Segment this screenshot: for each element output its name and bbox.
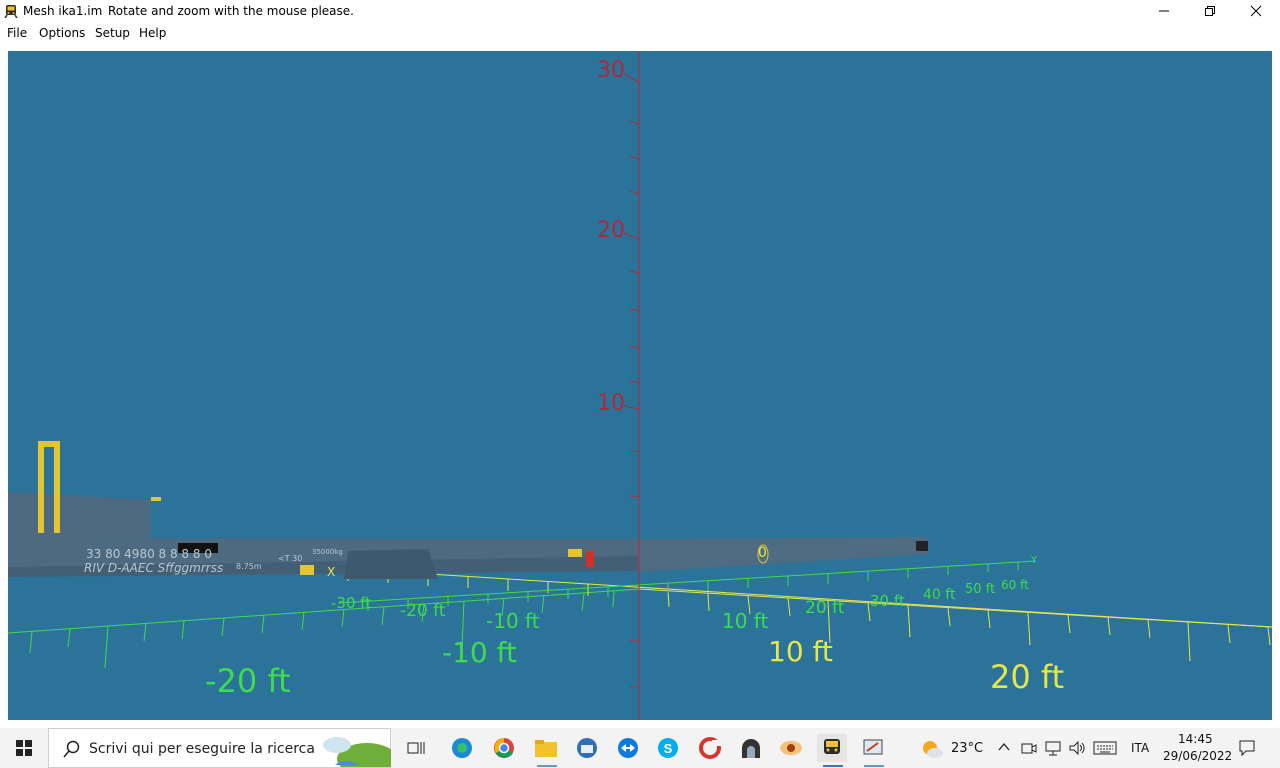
weather-partly-cloudy-icon[interactable]	[920, 739, 944, 759]
close-button[interactable]	[1233, 0, 1279, 22]
restore-button[interactable]	[1187, 0, 1233, 22]
ground-near-label-minus-10: -10 ft	[442, 636, 517, 669]
ground-far-label-10: 10 ft	[722, 609, 769, 633]
skype-icon: S	[658, 738, 678, 758]
ccleaner-taskbar-button[interactable]	[695, 734, 725, 762]
wagon-marking-line1: 33 80 4980 8 8 8 8 0	[86, 547, 212, 561]
running-indicator-explorer	[537, 765, 557, 767]
wagon-mark-length: 8.75m	[236, 562, 262, 571]
edge-taskbar-button[interactable]	[447, 734, 477, 762]
search-placeholder: Scrivi qui per eseguire la ricerca	[89, 741, 315, 757]
running-indicator-train-app	[823, 765, 843, 767]
wagon-mark-weight: 35000kg	[312, 548, 343, 556]
start-button[interactable]	[0, 728, 48, 768]
ground-near-label-20: 20 ft	[990, 658, 1065, 696]
ccleaner-icon	[699, 737, 721, 759]
vertical-axis-label-20: 20	[597, 218, 625, 243]
title-bar: Mesh ika1.im Rotate and zoom with the mo…	[0, 0, 1280, 22]
train-app-icon	[824, 739, 840, 754]
editor-app-taskbar-button[interactable]	[858, 734, 888, 762]
clock-time[interactable]: 14:45	[1178, 732, 1213, 746]
ground-far-label-60: 60 ft	[1001, 578, 1029, 592]
axis-y-marker: Y	[1031, 555, 1038, 566]
teamviewer-taskbar-button[interactable]	[613, 734, 643, 762]
taskbar-search-box[interactable]: Scrivi qui per eseguire la ricerca	[48, 728, 391, 768]
editor-app-icon	[863, 739, 883, 755]
restore-icon	[1205, 6, 1215, 16]
ground-far-label-30: 30 ft	[870, 592, 905, 610]
close-icon	[1250, 5, 1262, 17]
train-app-taskbar-button[interactable]	[817, 734, 847, 762]
chrome-taskbar-button[interactable]	[489, 734, 519, 762]
minimize-icon	[1159, 10, 1169, 12]
clock-date[interactable]: 29/06/2022	[1163, 749, 1232, 763]
skype-taskbar-button[interactable]: S	[653, 734, 683, 762]
svg-text:S: S	[664, 741, 673, 756]
meet-now-icon[interactable]	[1020, 740, 1038, 756]
menu-file[interactable]: File	[7, 26, 27, 40]
taskbar: Scrivi qui per eseguire la ricerca S 23°…	[0, 728, 1280, 768]
menu-bar: File Options Setup Help	[0, 23, 1280, 43]
mesh-viewport[interactable]: 30 20 10 -20 ft -10 ft 10 ft 20 ft -30 f…	[8, 51, 1272, 720]
vertical-axis-label-10: 10	[597, 391, 625, 416]
edge-icon	[452, 738, 472, 758]
eye-app-taskbar-button[interactable]	[776, 734, 806, 762]
task-view-button[interactable]	[401, 734, 431, 762]
wagon-mark-loading: <T 30	[278, 554, 303, 563]
chevron-up-icon[interactable]	[998, 742, 1010, 752]
volume-icon[interactable]	[1068, 740, 1086, 756]
search-icon	[63, 740, 80, 758]
axis-x-marker: X	[327, 565, 336, 579]
window-title-message: Rotate and zoom with the mouse please.	[108, 4, 354, 18]
menu-options[interactable]: Options	[39, 26, 85, 40]
app-train-icon	[4, 5, 18, 18]
chrome-icon	[494, 738, 514, 758]
thunderbird-icon	[577, 738, 597, 758]
ground-far-label-20: 20 ft	[805, 598, 845, 618]
running-indicator-editor	[864, 765, 884, 767]
task-view-icon	[407, 742, 425, 754]
vertical-axis-ticks	[623, 72, 640, 688]
ground-far-label-40: 40 ft	[923, 587, 956, 603]
wagon-marking-line2: RIV D-AAEC Sffggmrrss	[84, 561, 224, 575]
network-icon[interactable]	[1044, 740, 1064, 756]
notifications-icon[interactable]	[1238, 739, 1256, 757]
input-language[interactable]: ITA	[1131, 741, 1149, 755]
minimize-button[interactable]	[1141, 0, 1187, 22]
wagon-mark-zero: 0	[758, 545, 767, 561]
file-explorer-icon	[535, 740, 557, 757]
file-explorer-taskbar-button[interactable]	[531, 734, 561, 762]
window-title-file: Mesh ika1.im	[23, 4, 103, 18]
ground-near-label-minus-20: -20 ft	[205, 662, 291, 700]
tunnel-app-icon	[742, 739, 760, 758]
search-highlight-illustration-icon	[323, 737, 391, 767]
ground-far-label-minus-20: -20 ft	[400, 601, 446, 621]
menu-help[interactable]: Help	[139, 26, 166, 40]
eye-app-icon	[780, 741, 802, 755]
ground-far-label-minus-10: -10 ft	[486, 609, 540, 633]
ground-far-label-minus-30: -30 ft	[331, 594, 372, 612]
vertical-axis-label-30: 30	[597, 58, 625, 83]
teamviewer-icon	[618, 738, 638, 758]
menu-setup[interactable]: Setup	[95, 26, 130, 40]
ground-near-label-10: 10 ft	[768, 635, 833, 668]
ground-far-label-50: 50 ft	[965, 582, 996, 597]
windows-logo-icon	[16, 740, 32, 756]
touch-keyboard-icon[interactable]	[1093, 741, 1117, 755]
weather-temperature[interactable]: 23°C	[951, 741, 983, 756]
tunnel-app-taskbar-button[interactable]	[736, 734, 766, 762]
thunderbird-taskbar-button[interactable]	[572, 734, 602, 762]
scene-graphics	[8, 51, 1272, 720]
